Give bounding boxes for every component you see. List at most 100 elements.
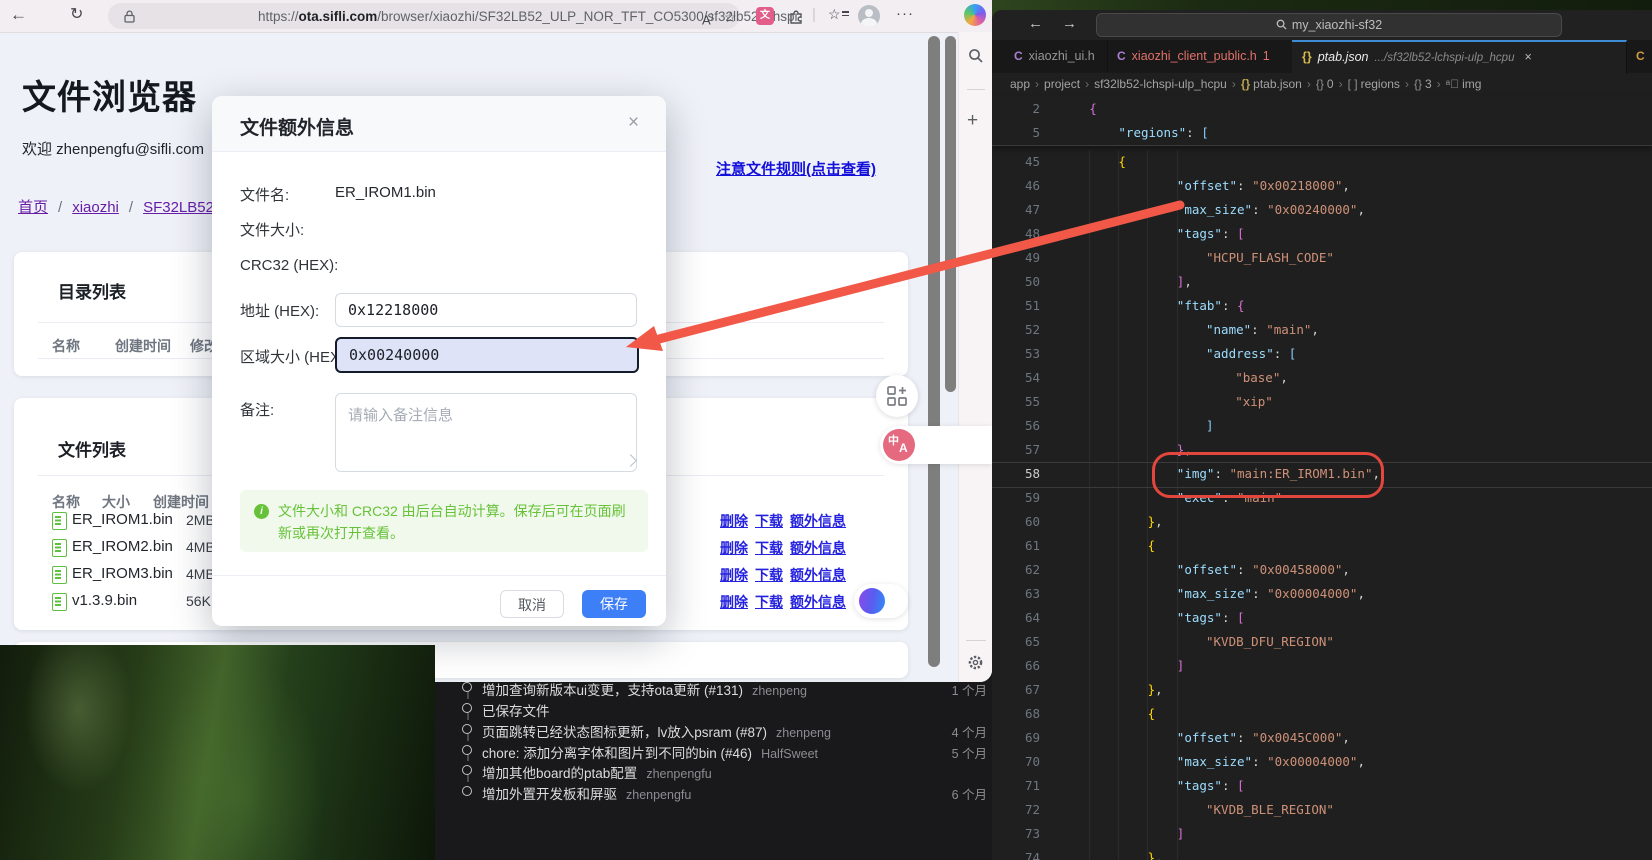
vscode-breadcrumb-item[interactable]: ᵃ⃞img: [1446, 77, 1482, 91]
file-col-name[interactable]: 名称: [52, 492, 80, 512]
code-line[interactable]: 66]: [992, 654, 1652, 678]
dir-col-created[interactable]: 创建时间: [115, 336, 171, 356]
code-line[interactable]: 68{: [992, 702, 1652, 726]
file-col-created[interactable]: 创建时间: [153, 492, 209, 512]
commit-row[interactable]: 页面跳转已经状态图标更新，lv放入psram (#87)zhenpeng4 个月: [412, 720, 995, 741]
action-link-下载[interactable]: 下载: [755, 540, 783, 556]
code-line[interactable]: 50],: [992, 270, 1652, 294]
code-line[interactable]: 51"ftab": {: [992, 294, 1652, 318]
tab-partial[interactable]: C: [1626, 40, 1652, 72]
command-center-search[interactable]: my_xiaozhi-sf32: [1096, 13, 1562, 37]
brain-extension-icon[interactable]: [859, 588, 885, 614]
vscode-breadcrumb-item[interactable]: {}0: [1316, 77, 1334, 91]
tab-xiaozhi_client_public.h[interactable]: Cxiaozhi_client_public.h1: [1107, 40, 1293, 72]
action-link-删除[interactable]: 删除: [720, 540, 748, 556]
code-line[interactable]: 55"xip": [992, 390, 1652, 414]
read-aloud-icon[interactable]: A): [702, 7, 713, 30]
save-button[interactable]: 保存: [582, 590, 646, 618]
code-line[interactable]: 72"KVDB_BLE_REGION": [992, 798, 1652, 822]
code-line[interactable]: 49"HCPU_FLASH_CODE": [992, 246, 1652, 270]
code-line[interactable]: 54"base",: [992, 366, 1652, 390]
breadcrumb-link[interactable]: 首页: [18, 199, 48, 216]
code-line[interactable]: 70"max_size": "0x00004000",: [992, 750, 1652, 774]
page-scrollbar[interactable]: [928, 36, 940, 667]
vscode-breadcrumb-item[interactable]: project: [1044, 77, 1080, 91]
code-line[interactable]: 2{: [992, 97, 1652, 121]
vscode-breadcrumb-item[interactable]: {}ptab.json: [1241, 77, 1302, 91]
copilot-icon[interactable]: [964, 4, 986, 26]
c-file-icon: C: [1014, 49, 1023, 63]
file-rules-link[interactable]: 注意文件规则(点击查看): [640, 158, 876, 179]
line-tokens: "KVDB_BLE_REGION": [1206, 798, 1334, 822]
code-line[interactable]: 74},: [992, 846, 1652, 860]
action-link-额外信息[interactable]: 额外信息: [790, 594, 846, 610]
history-forward-icon[interactable]: →: [1062, 15, 1077, 32]
favorite-star-icon[interactable]: ☆: [724, 7, 737, 27]
code-line[interactable]: 64"tags": [: [992, 606, 1652, 630]
history-back-icon[interactable]: ←: [1028, 15, 1043, 32]
action-link-额外信息[interactable]: 额外信息: [790, 513, 846, 529]
commit-row[interactable]: 增加外置开发板和屏驱zhenpengfu6 个月: [412, 782, 995, 803]
address-bar[interactable]: https://ota.sifli.com/browser/xiaozhi/SF…: [108, 3, 740, 29]
sidebar-add-icon[interactable]: +: [967, 110, 978, 132]
code-line[interactable]: 56]: [992, 414, 1652, 438]
dir-col-name[interactable]: 名称: [52, 336, 80, 356]
action-link-删除[interactable]: 删除: [720, 567, 748, 583]
sidebar-search-icon[interactable]: [968, 48, 984, 64]
commit-row[interactable]: 增加其他board的ptab配置zhenpengfu: [412, 761, 995, 782]
cancel-button[interactable]: 取消: [500, 590, 564, 618]
action-link-下载[interactable]: 下载: [755, 567, 783, 583]
action-link-删除[interactable]: 删除: [720, 594, 748, 610]
gear-icon[interactable]: [967, 654, 984, 671]
code-line[interactable]: 60},: [992, 510, 1652, 534]
tab-xiaozhi_ui.h[interactable]: Cxiaozhi_ui.h: [1004, 40, 1108, 72]
action-link-额外信息[interactable]: 额外信息: [790, 567, 846, 583]
action-link-下载[interactable]: 下载: [755, 594, 783, 610]
translate-extension-icon[interactable]: 文: [756, 7, 774, 25]
action-link-删除[interactable]: 删除: [720, 513, 748, 529]
remark-textarea[interactable]: 请输入备注信息: [335, 393, 637, 472]
code-line[interactable]: 61{: [992, 534, 1652, 558]
code-line[interactable]: 62"offset": "0x00458000",: [992, 558, 1652, 582]
commit-row[interactable]: 已保存文件: [412, 699, 995, 720]
collections-icon[interactable]: ☆: [828, 6, 849, 24]
action-link-额外信息[interactable]: 额外信息: [790, 540, 846, 556]
modal-scrollbar[interactable]: [945, 36, 956, 392]
code-line[interactable]: 63"max_size": "0x00004000",: [992, 582, 1652, 606]
breadcrumb-link[interactable]: xiaozhi: [72, 199, 119, 216]
code-line[interactable]: 65"KVDB_DFU_REGION": [992, 630, 1652, 654]
code-line[interactable]: 47"max_size": "0x00240000",: [992, 198, 1652, 222]
code-line[interactable]: 71"tags": [: [992, 774, 1652, 798]
sticky-scroll[interactable]: 2{5"regions": [: [992, 96, 1652, 146]
file-col-size[interactable]: 大小: [102, 492, 130, 512]
code-line[interactable]: 5"regions": [: [992, 121, 1652, 145]
commit-row[interactable]: chore: 添加分离字体和图片到不同的bin (#46)HalfSweet5 …: [412, 741, 995, 762]
translate-widget-button[interactable]: 中 A: [883, 429, 915, 461]
back-button[interactable]: ←: [10, 5, 27, 25]
address-input[interactable]: 0x12218000: [335, 293, 637, 327]
code-line[interactable]: 53"address": [: [992, 342, 1652, 366]
vscode-breadcrumb-item[interactable]: [ ]regions: [1348, 77, 1400, 91]
code-line[interactable]: 45{: [992, 150, 1652, 174]
code-line[interactable]: 52"name": "main",: [992, 318, 1652, 342]
vscode-breadcrumb[interactable]: app›project›sf32lb52-lchspi-ulp_hcpu›{}p…: [992, 72, 1652, 96]
action-link-下载[interactable]: 下载: [755, 513, 783, 529]
tab-close-icon[interactable]: ×: [1524, 50, 1531, 64]
code-line[interactable]: 48"tags": [: [992, 222, 1652, 246]
vscode-breadcrumb-item[interactable]: app: [1010, 77, 1030, 91]
tab-ptab.json[interactable]: {}ptab.json.../sf32lb52-lchspi-ulp_hcpu×: [1292, 40, 1627, 74]
extensions-puzzle-icon[interactable]: [788, 7, 806, 25]
region-size-input[interactable]: 0x00240000: [335, 337, 639, 373]
collect-widget-button[interactable]: [876, 375, 918, 417]
vscode-breadcrumb-item[interactable]: sf32lb52-lchspi-ulp_hcpu: [1094, 77, 1227, 91]
commit-time: 5 个月: [952, 743, 987, 762]
code-line[interactable]: 67},: [992, 678, 1652, 702]
close-icon[interactable]: ×: [628, 112, 639, 134]
vscode-breadcrumb-item[interactable]: {}3: [1414, 77, 1432, 91]
code-line[interactable]: 46"offset": "0x00218000",: [992, 174, 1652, 198]
code-line[interactable]: 69"offset": "0x0045C000",: [992, 726, 1652, 750]
refresh-button[interactable]: ↻: [70, 5, 83, 25]
more-menu-icon[interactable]: ···: [896, 4, 914, 24]
code-line[interactable]: 73]: [992, 822, 1652, 846]
profile-avatar[interactable]: [858, 5, 880, 27]
